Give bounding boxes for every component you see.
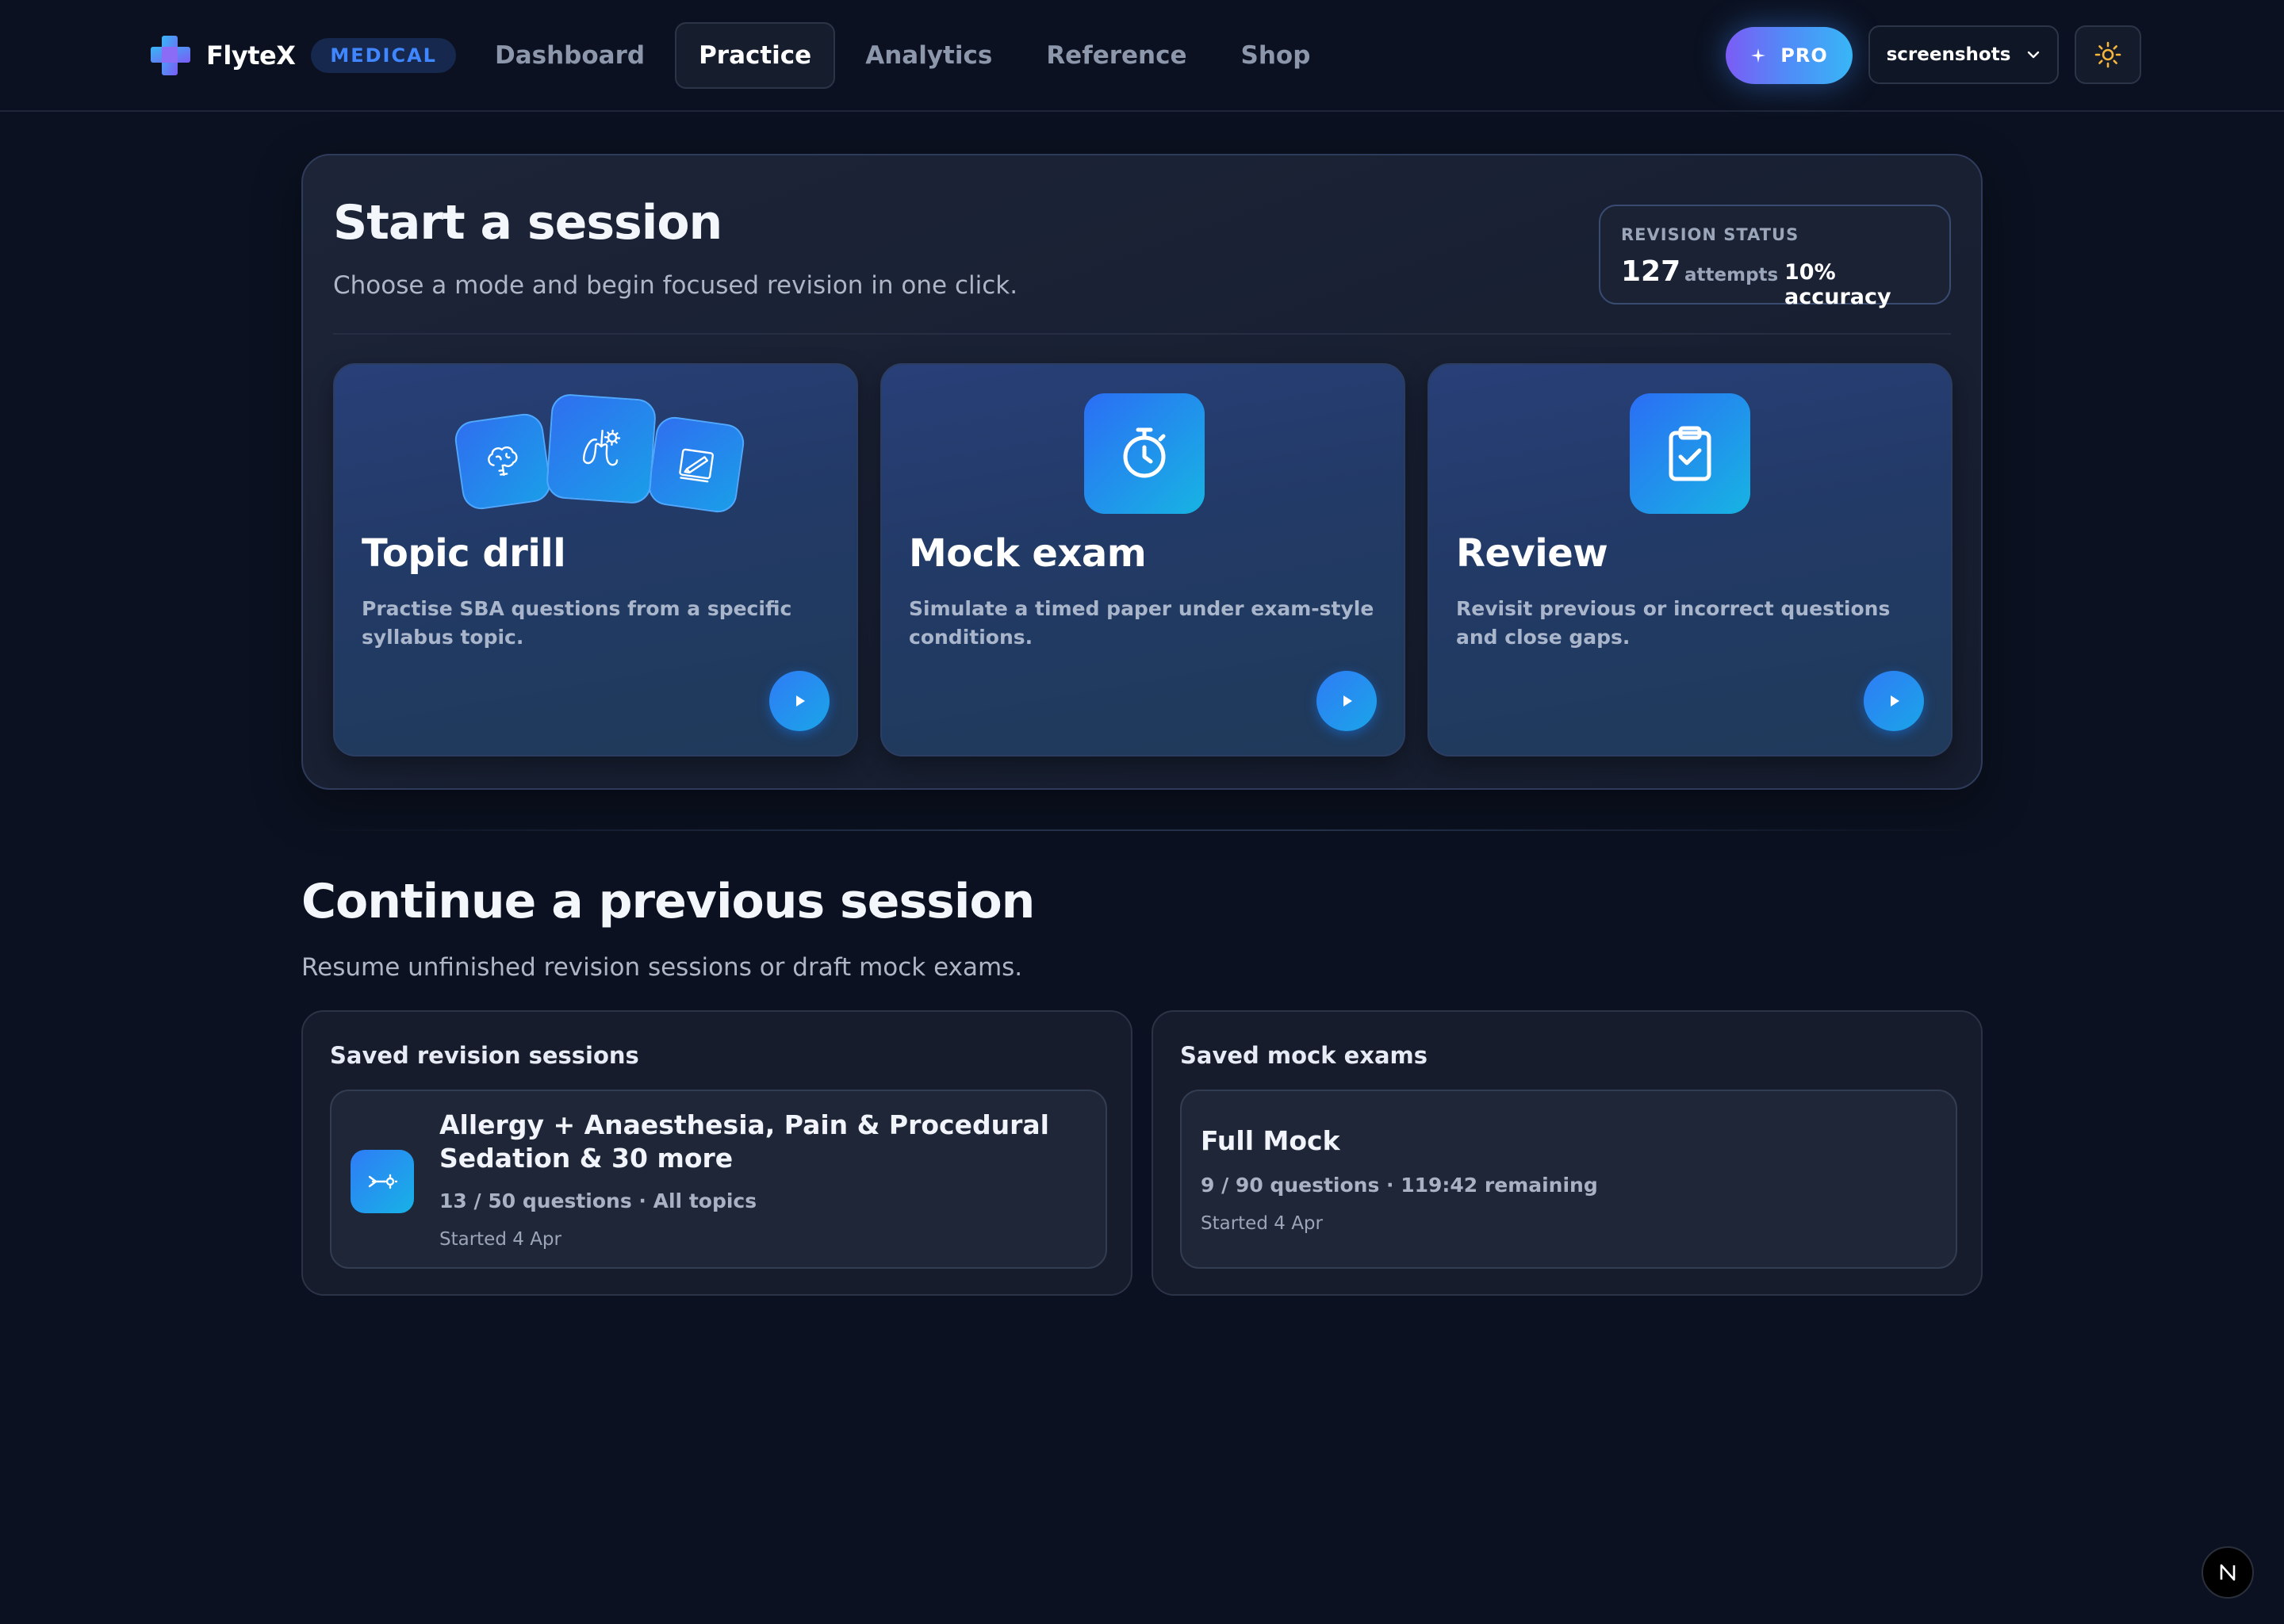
topic-drill-play-button[interactable] — [769, 671, 830, 731]
n-logo-icon — [2220, 1564, 2236, 1581]
saved-revision-sessions-panel: Saved revision sessions Allergy + Anaest… — [301, 1010, 1132, 1296]
continue-session-title: Continue a previous session — [301, 874, 1035, 929]
attempts-label: attempts — [1684, 265, 1779, 285]
mock-exam-title: Mock exam — [909, 531, 1147, 576]
pro-label: PRO — [1780, 44, 1828, 67]
pro-button[interactable]: PRO — [1726, 27, 1853, 84]
divider — [333, 333, 1951, 335]
sparkle-icon — [1751, 48, 1766, 63]
dev-indicator-badge[interactable] — [2202, 1546, 2254, 1599]
continue-session-subtitle: Resume unfinished revision sessions or d… — [301, 953, 1023, 982]
mock-exam-description: Simulate a timed paper under exam-style … — [909, 597, 1374, 649]
theme-toggle-button[interactable] — [2075, 25, 2141, 84]
chevron-down-icon — [2028, 51, 2040, 59]
nav-links: Dashboard Practice Analytics Reference S… — [471, 22, 1334, 89]
saved-revision-heading: Saved revision sessions — [330, 1042, 639, 1069]
revision-status-box: REVISION STATUS 127 attempts 10% accurac… — [1599, 205, 1951, 309]
saved-revision-date: Started 4 Apr — [439, 1229, 561, 1250]
logo-cross-icon — [148, 33, 194, 79]
nav-link-analytics[interactable]: Analytics — [841, 22, 1016, 89]
brand-badge: MEDICAL — [311, 38, 456, 73]
saved-mock-progress: 9 / 90 questions · 119:42 remaining — [1201, 1174, 1598, 1197]
account-label: screenshots — [1886, 44, 2011, 65]
play-icon — [1343, 695, 1352, 707]
brain-icon — [452, 411, 554, 512]
stopwatch-icon — [1084, 393, 1205, 514]
section-divider — [301, 829, 1983, 831]
saved-mock-exams-panel: Saved mock exams Full Mock 9 / 90 questi… — [1152, 1010, 1983, 1296]
review-card[interactable]: Review Revisit previous or incorrect que… — [1428, 363, 1953, 756]
review-play-button[interactable] — [1864, 671, 1924, 731]
topic-drill-card[interactable]: Topic drill Practise SBA questions from … — [333, 363, 858, 756]
nav-link-reference[interactable]: Reference — [1022, 22, 1210, 89]
nav-link-dashboard[interactable]: Dashboard — [471, 22, 669, 89]
nav-link-practice[interactable]: Practice — [675, 22, 836, 89]
nav-link-shop[interactable]: Shop — [1217, 22, 1335, 89]
start-session-subtitle: Choose a mode and begin focused revision… — [333, 271, 1018, 300]
start-session-panel: Start a session Choose a mode and begin … — [301, 154, 1983, 790]
mock-exam-card[interactable]: Mock exam Simulate a timed paper under e… — [880, 363, 1405, 756]
revision-status-label: REVISION STATUS — [1621, 225, 1799, 244]
saved-mock-item[interactable]: Full Mock 9 / 90 questions · 119:42 rema… — [1180, 1090, 1957, 1269]
saved-revision-progress: 13 / 50 questions · All topics — [439, 1189, 757, 1212]
sun-icon — [2094, 41, 2121, 68]
brand-name: FlyteX — [206, 40, 296, 71]
scalpel-icon — [646, 414, 747, 515]
mock-exam-play-button[interactable] — [1316, 671, 1377, 731]
saved-mock-title: Full Mock — [1201, 1125, 1340, 1156]
lungs-icon — [545, 393, 657, 505]
accuracy-value: 10% accuracy — [1784, 260, 1891, 309]
top-navbar: FlyteX MEDICAL Dashboard Practice Analyt… — [0, 0, 2284, 112]
clipboard-check-icon — [1630, 393, 1750, 514]
play-icon — [796, 695, 805, 707]
account-dropdown[interactable]: screenshots — [1868, 25, 2059, 84]
saved-mock-date: Started 4 Apr — [1201, 1213, 1323, 1234]
saved-mock-heading: Saved mock exams — [1180, 1042, 1428, 1069]
review-title: Review — [1456, 531, 1608, 576]
play-icon — [1891, 695, 1899, 707]
topic-drill-description: Practise SBA questions from a specific s… — [362, 597, 792, 649]
saved-revision-item[interactable]: Allergy + Anaesthesia, Pain & Procedural… — [330, 1090, 1107, 1269]
syringe-icon — [351, 1150, 414, 1213]
attempts-count: 127 — [1621, 255, 1681, 288]
brand[interactable]: FlyteX MEDICAL — [148, 32, 456, 79]
review-description: Revisit previous or incorrect questions … — [1456, 597, 1891, 649]
start-session-title: Start a session — [333, 195, 722, 251]
saved-revision-title: Allergy + Anaesthesia, Pain & Procedural… — [439, 1109, 1049, 1174]
topic-drill-title: Topic drill — [362, 531, 566, 576]
